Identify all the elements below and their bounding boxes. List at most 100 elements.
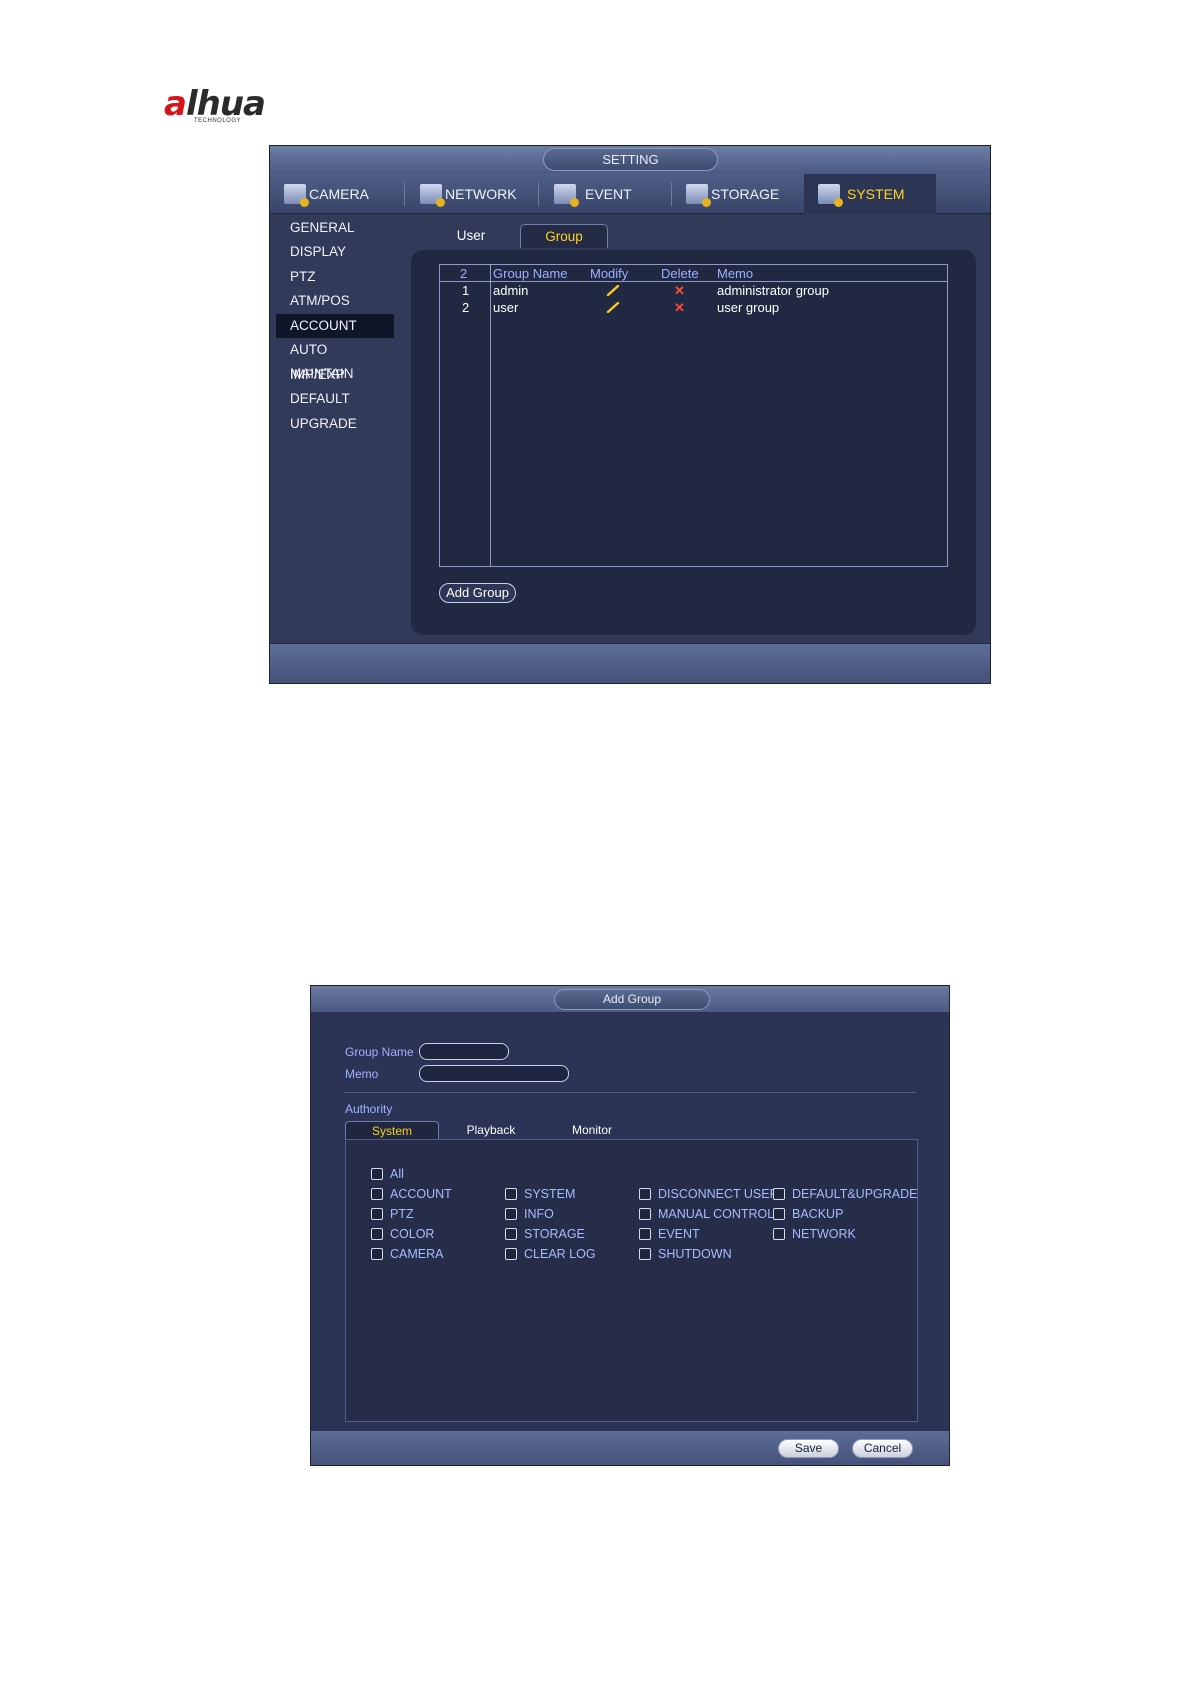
modify-pencil-icon[interactable] bbox=[606, 285, 620, 296]
checkbox-ptz[interactable]: PTZ bbox=[371, 1206, 414, 1222]
tab-camera[interactable]: CAMERA bbox=[284, 174, 402, 214]
header-modify: Modify bbox=[590, 266, 629, 281]
checkbox-all[interactable]: All bbox=[371, 1166, 404, 1182]
dialog-title: Add Group bbox=[554, 989, 710, 1010]
checkbox-info[interactable]: INFO bbox=[505, 1206, 554, 1222]
tab-playback[interactable]: Playback bbox=[445, 1121, 537, 1139]
checkbox-default-upgrade[interactable]: DEFAULT&UPGRADE bbox=[773, 1186, 918, 1202]
checkbox-icon[interactable] bbox=[639, 1248, 651, 1260]
header-delete: Delete bbox=[661, 266, 699, 281]
group-name-input[interactable] bbox=[419, 1043, 509, 1060]
checkbox-manual-control[interactable]: MANUAL CONTROL bbox=[639, 1206, 774, 1222]
checkbox-icon[interactable] bbox=[505, 1248, 517, 1260]
sidebar-item-auto-maintain[interactable]: AUTO MAINTAIN bbox=[276, 338, 394, 381]
table-row[interactable]: 1 admin ✕ administrator group bbox=[440, 282, 947, 299]
tab-network-label: NETWORK bbox=[445, 186, 517, 202]
checkbox-icon[interactable] bbox=[639, 1188, 651, 1200]
sidebar-item-display[interactable]: DISPLAY bbox=[276, 240, 394, 264]
sidebar-item-upgrade[interactable]: UPGRADE bbox=[276, 412, 394, 436]
checkbox-icon[interactable] bbox=[773, 1188, 785, 1200]
row-number: 1 bbox=[462, 283, 470, 298]
checkbox-icon[interactable] bbox=[371, 1168, 383, 1180]
subtab-group[interactable]: Group bbox=[520, 224, 608, 248]
checkbox-camera[interactable]: CAMERA bbox=[371, 1246, 443, 1262]
memo-label: Memo bbox=[345, 1067, 379, 1081]
checkbox-network[interactable]: NETWORK bbox=[773, 1226, 856, 1242]
setting-window: SETTING CAMERA NETWORK EVENT STORAGE SYS… bbox=[269, 145, 991, 684]
checkbox-storage[interactable]: STORAGE bbox=[505, 1226, 585, 1242]
window-title: SETTING bbox=[543, 148, 718, 171]
tab-event[interactable]: EVENT bbox=[554, 174, 670, 214]
table-row[interactable]: 2 user ✕ user group bbox=[440, 299, 947, 316]
add-group-dialog: Add Group Group Name Memo Authority Syst… bbox=[310, 985, 950, 1466]
row-number: 2 bbox=[462, 300, 470, 315]
group-name-cell: admin bbox=[493, 283, 529, 298]
checkbox-icon[interactable] bbox=[371, 1248, 383, 1260]
sidebar-item-atm-pos[interactable]: ATM/POS bbox=[276, 289, 394, 313]
checkbox-icon[interactable] bbox=[505, 1188, 517, 1200]
header-group-name: Group Name bbox=[493, 266, 568, 281]
checkbox-system[interactable]: SYSTEM bbox=[505, 1186, 575, 1202]
camera-gear-icon bbox=[284, 184, 309, 207]
checkbox-icon[interactable] bbox=[639, 1208, 651, 1220]
cancel-button[interactable]: Cancel bbox=[852, 1439, 913, 1458]
tab-system-authority[interactable]: System bbox=[345, 1121, 439, 1139]
system-gear-icon bbox=[818, 184, 843, 207]
checkbox-event[interactable]: EVENT bbox=[639, 1226, 700, 1242]
checkbox-icon[interactable] bbox=[639, 1228, 651, 1240]
checkbox-icon[interactable] bbox=[371, 1228, 383, 1240]
sidebar-item-general[interactable]: GENERAL bbox=[276, 216, 394, 240]
checkbox-icon[interactable] bbox=[773, 1228, 785, 1240]
checkbox-icon[interactable] bbox=[505, 1228, 517, 1240]
group-table: 2 Group Name Modify Delete Memo 1 admin … bbox=[439, 264, 948, 567]
group-panel: 2 Group Name Modify Delete Memo 1 admin … bbox=[411, 250, 976, 635]
checkbox-icon[interactable] bbox=[505, 1208, 517, 1220]
sidebar-item-ptz[interactable]: PTZ bbox=[276, 265, 394, 289]
checkbox-clear-log[interactable]: CLEAR LOG bbox=[505, 1246, 596, 1262]
dialog-titlebar: Add Group bbox=[311, 986, 949, 1012]
checkbox-account[interactable]: ACCOUNT bbox=[371, 1186, 452, 1202]
authority-label: Authority bbox=[345, 1102, 393, 1116]
subtab-user[interactable]: User bbox=[438, 224, 504, 248]
checkbox-disconnect-user[interactable]: DISCONNECT USER bbox=[639, 1186, 779, 1202]
memo-cell: user group bbox=[717, 300, 780, 315]
checkbox-color[interactable]: COLOR bbox=[371, 1226, 434, 1242]
sidebar-item-imp-exp[interactable]: IMP/EXP bbox=[276, 363, 394, 387]
checkbox-icon[interactable] bbox=[773, 1208, 785, 1220]
group-name-cell: user bbox=[493, 300, 519, 315]
row-count: 2 bbox=[460, 266, 468, 281]
dialog-footer: Save Cancel bbox=[311, 1431, 949, 1465]
memo-input[interactable] bbox=[419, 1065, 569, 1082]
tab-monitor[interactable]: Monitor bbox=[547, 1121, 637, 1139]
save-button[interactable]: Save bbox=[778, 1439, 839, 1458]
storage-gear-icon bbox=[686, 184, 711, 207]
tab-storage[interactable]: STORAGE bbox=[686, 174, 804, 214]
tab-event-label: EVENT bbox=[585, 186, 632, 202]
table-header: 2 Group Name Modify Delete Memo bbox=[440, 265, 947, 282]
delete-x-icon[interactable]: ✕ bbox=[674, 299, 685, 316]
checkbox-icon[interactable] bbox=[371, 1188, 383, 1200]
logo-subtitle: TECHNOLOGY bbox=[194, 118, 242, 124]
main-tabbar: CAMERA NETWORK EVENT STORAGE SYSTEM bbox=[270, 174, 990, 214]
window-footer bbox=[270, 643, 990, 683]
sidebar-item-default[interactable]: DEFAULT bbox=[276, 387, 394, 411]
checkbox-backup[interactable]: BACKUP bbox=[773, 1206, 843, 1222]
sidebar-item-account[interactable]: ACCOUNT bbox=[276, 314, 394, 338]
memo-cell: administrator group bbox=[717, 283, 829, 298]
tab-system[interactable]: SYSTEM bbox=[804, 174, 936, 214]
delete-x-icon[interactable]: ✕ bbox=[674, 282, 685, 299]
checkbox-shutdown[interactable]: SHUTDOWN bbox=[639, 1246, 732, 1262]
logo-mark: alhua bbox=[164, 84, 266, 124]
modify-pencil-icon[interactable] bbox=[606, 302, 620, 313]
authority-panel: All ACCOUNT PTZ COLOR CAMERA SYSTEM INFO… bbox=[345, 1139, 918, 1422]
group-name-label: Group Name bbox=[345, 1045, 414, 1059]
add-group-button[interactable]: Add Group bbox=[439, 583, 516, 603]
window-titlebar: SETTING bbox=[270, 146, 990, 174]
tab-network[interactable]: NETWORK bbox=[420, 174, 538, 214]
tab-system-label: SYSTEM bbox=[847, 186, 905, 202]
event-gear-icon bbox=[554, 184, 579, 207]
tab-camera-label: CAMERA bbox=[309, 186, 369, 202]
header-memo: Memo bbox=[717, 266, 754, 281]
checkbox-icon[interactable] bbox=[371, 1208, 383, 1220]
tab-storage-label: STORAGE bbox=[711, 186, 780, 202]
